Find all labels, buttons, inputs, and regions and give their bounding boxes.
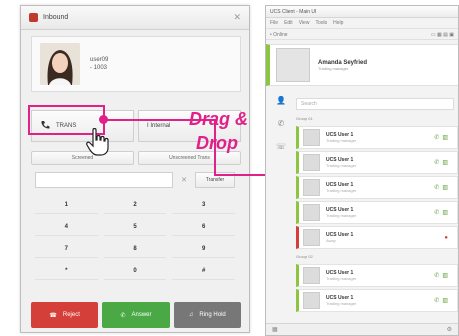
reject-button[interactable]: ☎ Reject [31, 302, 99, 328]
contact-title: Trading manager [326, 276, 357, 281]
answer-button[interactable]: ✆ Answer [102, 302, 170, 328]
contact-avatar [303, 204, 320, 221]
key-3[interactable]: 3 [172, 196, 235, 214]
hangup-icon: ☎ [49, 312, 57, 319]
app-icon [29, 13, 38, 22]
contact-row[interactable]: UCS User 1 Away ● [296, 226, 458, 249]
status-bar: • Online ▭ ▦ ▤ ▣ [266, 28, 458, 40]
key-4[interactable]: 4 [35, 218, 98, 236]
contacts-icon[interactable]: 👤 [274, 96, 288, 105]
clear-icon[interactable]: ✕ [177, 172, 191, 188]
contact-action-icons[interactable]: ✆▥ [434, 209, 451, 216]
settings-icon[interactable]: ⚙ [447, 326, 452, 333]
contact-avatar [303, 229, 320, 246]
key-9[interactable]: 9 [172, 240, 235, 258]
search-input[interactable]: Search [296, 98, 454, 110]
music-icon: ♫ [188, 312, 194, 318]
history-icon[interactable]: ☏ [274, 142, 288, 151]
side-nav: 👤 ✆ ☏ [274, 96, 288, 165]
screened-transfer-button[interactable]: Screened [31, 151, 134, 165]
drag-drop-caption-line2: Drop [196, 133, 238, 153]
transfer-number-input[interactable] [35, 172, 173, 188]
phone-icon: ✆ [120, 312, 126, 319]
ring-hold-label: Ring Hold [199, 312, 226, 318]
presence-status[interactable]: • Online [270, 32, 288, 38]
screenshot-stage: Inbound ✕ user09 - 1003 TRANS I Internal… [0, 0, 459, 336]
contact-title: Trading manager [326, 301, 357, 306]
contact-row[interactable]: UCS User 1 Trading manager ✆▥ [296, 151, 458, 174]
answer-label: Answer [131, 312, 152, 318]
key-7[interactable]: 7 [35, 240, 98, 258]
grid-icon[interactable]: ▦ [272, 326, 278, 333]
hand-cursor-icon [86, 127, 110, 158]
caller-card: user09 - 1003 [31, 36, 241, 92]
drag-origin-dot [99, 115, 108, 124]
menu-edit[interactable]: Edit [284, 20, 293, 26]
key-2[interactable]: 2 [103, 196, 167, 214]
dialog-titlebar: Inbound ✕ [21, 6, 249, 30]
contact-title: Trading manager [326, 138, 357, 143]
menu-file[interactable]: File [270, 20, 278, 26]
contact-avatar [303, 179, 320, 196]
key-0[interactable]: 0 [103, 262, 167, 280]
close-icon[interactable]: ✕ [233, 12, 241, 23]
group-header-2[interactable]: Group 02 [296, 254, 313, 259]
dial-keypad: 1 2 3 4 5 6 7 8 9 * 0 # [35, 196, 235, 280]
contact-title: Trading manager [326, 163, 357, 168]
toolbar-icons: ▭ ▦ ▤ ▣ [430, 32, 454, 38]
contact-title: Trading manager [326, 213, 357, 218]
contact-title: Away [326, 238, 336, 243]
contact-avatar [303, 292, 320, 309]
panel-footer: ▦ ⚙ [266, 323, 458, 335]
key-8[interactable]: 8 [103, 240, 167, 258]
contact-row[interactable]: UCS User 1 Trading manager ✆▥ [296, 264, 458, 287]
contact-avatar [303, 129, 320, 146]
caller-info: user09 - 1003 [90, 56, 108, 72]
menu-view[interactable]: View [299, 20, 310, 26]
contact-action-icons[interactable]: ✆▥ [434, 272, 451, 279]
transfer-input-row: ✕ Transfer [35, 172, 235, 188]
reject-label: Reject [62, 312, 80, 318]
menu-help[interactable]: Help [333, 20, 343, 26]
ring-hold-button[interactable]: ♫ Ring Hold [173, 302, 241, 328]
contact-action-icons[interactable]: ✆▥ [434, 184, 451, 191]
drag-drop-caption-line1: Drag & [189, 109, 249, 129]
contact-avatar [303, 154, 320, 171]
key-1[interactable]: 1 [35, 196, 98, 214]
contact-row-drop-target[interactable]: UCS User 1 Trading manager ✆▥ [296, 176, 458, 199]
contact-action-icons[interactable]: ✆▥ [434, 297, 451, 304]
contact-avatar [303, 267, 320, 284]
menu-bar: File Edit View Tools Help [266, 18, 458, 28]
status-away-icon: ● [444, 234, 451, 241]
caller-name: user09 [90, 57, 109, 63]
my-name: Amanda Seyfried [318, 59, 368, 66]
group-header-1[interactable]: Group 01 [296, 116, 313, 121]
my-avatar [276, 48, 310, 82]
caller-extension: - 1003 [90, 65, 108, 71]
caller-avatar [40, 43, 80, 85]
key-5[interactable]: 5 [103, 218, 167, 236]
contact-action-icons[interactable]: ✆▥ [434, 134, 451, 141]
contact-action-icons[interactable]: ✆▥ [434, 159, 451, 166]
my-profile-card: Amanda Seyfried Trading manager [266, 44, 458, 86]
internal-tab-label: I Internal [147, 123, 171, 129]
contact-row[interactable]: UCS User 1 Trading manager ✆▥ [296, 201, 458, 224]
contact-row[interactable]: UCS User 1 Trading manager ✆▥ [296, 289, 458, 312]
contact-row[interactable]: UCS User 1 Trading manager ✆▥ [296, 126, 458, 149]
menu-tools[interactable]: Tools [315, 20, 327, 26]
dialog-title: Inbound [43, 14, 69, 21]
my-title: Trading manager [318, 65, 349, 71]
call-action-bar: ☎ Reject ✆ Answer ♫ Ring Hold [31, 302, 241, 328]
phone-icon[interactable]: ✆ [274, 119, 288, 128]
key-hash[interactable]: # [172, 262, 235, 280]
contacts-panel: UCS Client - Main UI File Edit View Tool… [265, 5, 459, 336]
key-6[interactable]: 6 [172, 218, 235, 236]
panel-titlebar: UCS Client - Main UI [266, 6, 458, 18]
contact-title: Trading manager [326, 188, 357, 193]
key-star[interactable]: * [35, 262, 98, 280]
